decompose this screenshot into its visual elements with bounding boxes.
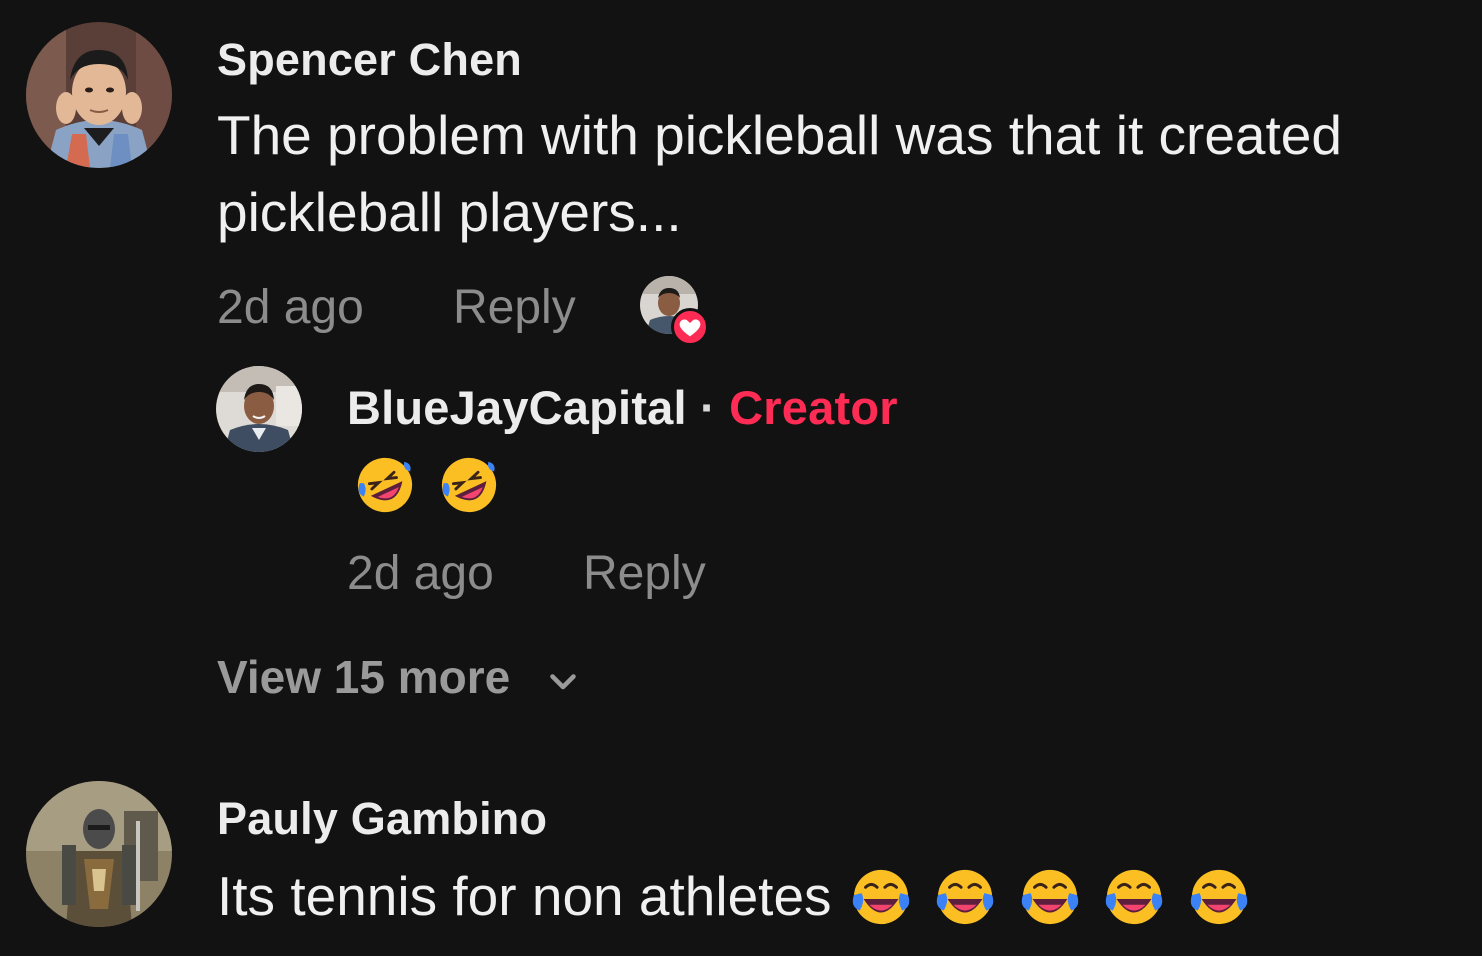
heart-icon <box>671 308 709 346</box>
knight-avatar-photo <box>26 781 172 927</box>
comment-text: Its tennis for non athletes <box>217 865 832 927</box>
comment-timestamp: 2d ago <box>217 281 364 334</box>
view-more-label: View 15 more <box>217 651 511 703</box>
comments-panel: Spencer Chen The problem with pickleball… <box>0 0 1482 956</box>
chevron-down-icon <box>545 663 581 699</box>
reply-button[interactable]: Reply <box>453 280 576 335</box>
reply-author-line: BlueJayCapital · Creator <box>347 380 898 435</box>
face-with-tears-of-joy-emoji <box>1188 866 1250 928</box>
face-with-tears-of-joy-emoji <box>850 866 912 928</box>
face-with-tears-of-joy-emoji <box>1103 866 1165 928</box>
creator-badge: Creator <box>729 381 898 434</box>
comment-text-row: Its tennis for non athletes <box>217 858 1250 935</box>
avatar-pauly-gambino[interactable] <box>26 781 172 927</box>
face-with-tears-of-joy-emoji <box>934 866 996 928</box>
avatar-spencer-chen[interactable] <box>26 22 172 168</box>
reply-reply-button[interactable]: Reply <box>583 546 706 601</box>
face-with-tears-of-joy-emoji <box>1019 866 1081 928</box>
comment-username[interactable]: Spencer Chen <box>217 34 522 86</box>
emoji-group <box>850 866 1250 928</box>
view-more-replies-button[interactable]: View 15 more <box>217 650 581 704</box>
rolling-on-the-floor-laughing-emoji <box>354 454 416 516</box>
reply-username[interactable]: BlueJayCapital <box>347 381 687 434</box>
creator-avatar-photo <box>216 366 302 452</box>
avatar-bluejaycapital[interactable] <box>216 366 302 452</box>
comment-text-line-2: pickleball players... <box>217 181 682 243</box>
user-avatar-photo <box>26 22 172 168</box>
reply-emoji-row <box>354 454 500 516</box>
comment-text-line-1: The problem with pickleball was that it … <box>217 104 1342 166</box>
separator-dot: · <box>700 381 716 434</box>
comment-username[interactable]: Pauly Gambino <box>217 793 547 845</box>
reply-timestamp: 2d ago <box>347 547 494 600</box>
rolling-on-the-floor-laughing-emoji <box>438 454 500 516</box>
